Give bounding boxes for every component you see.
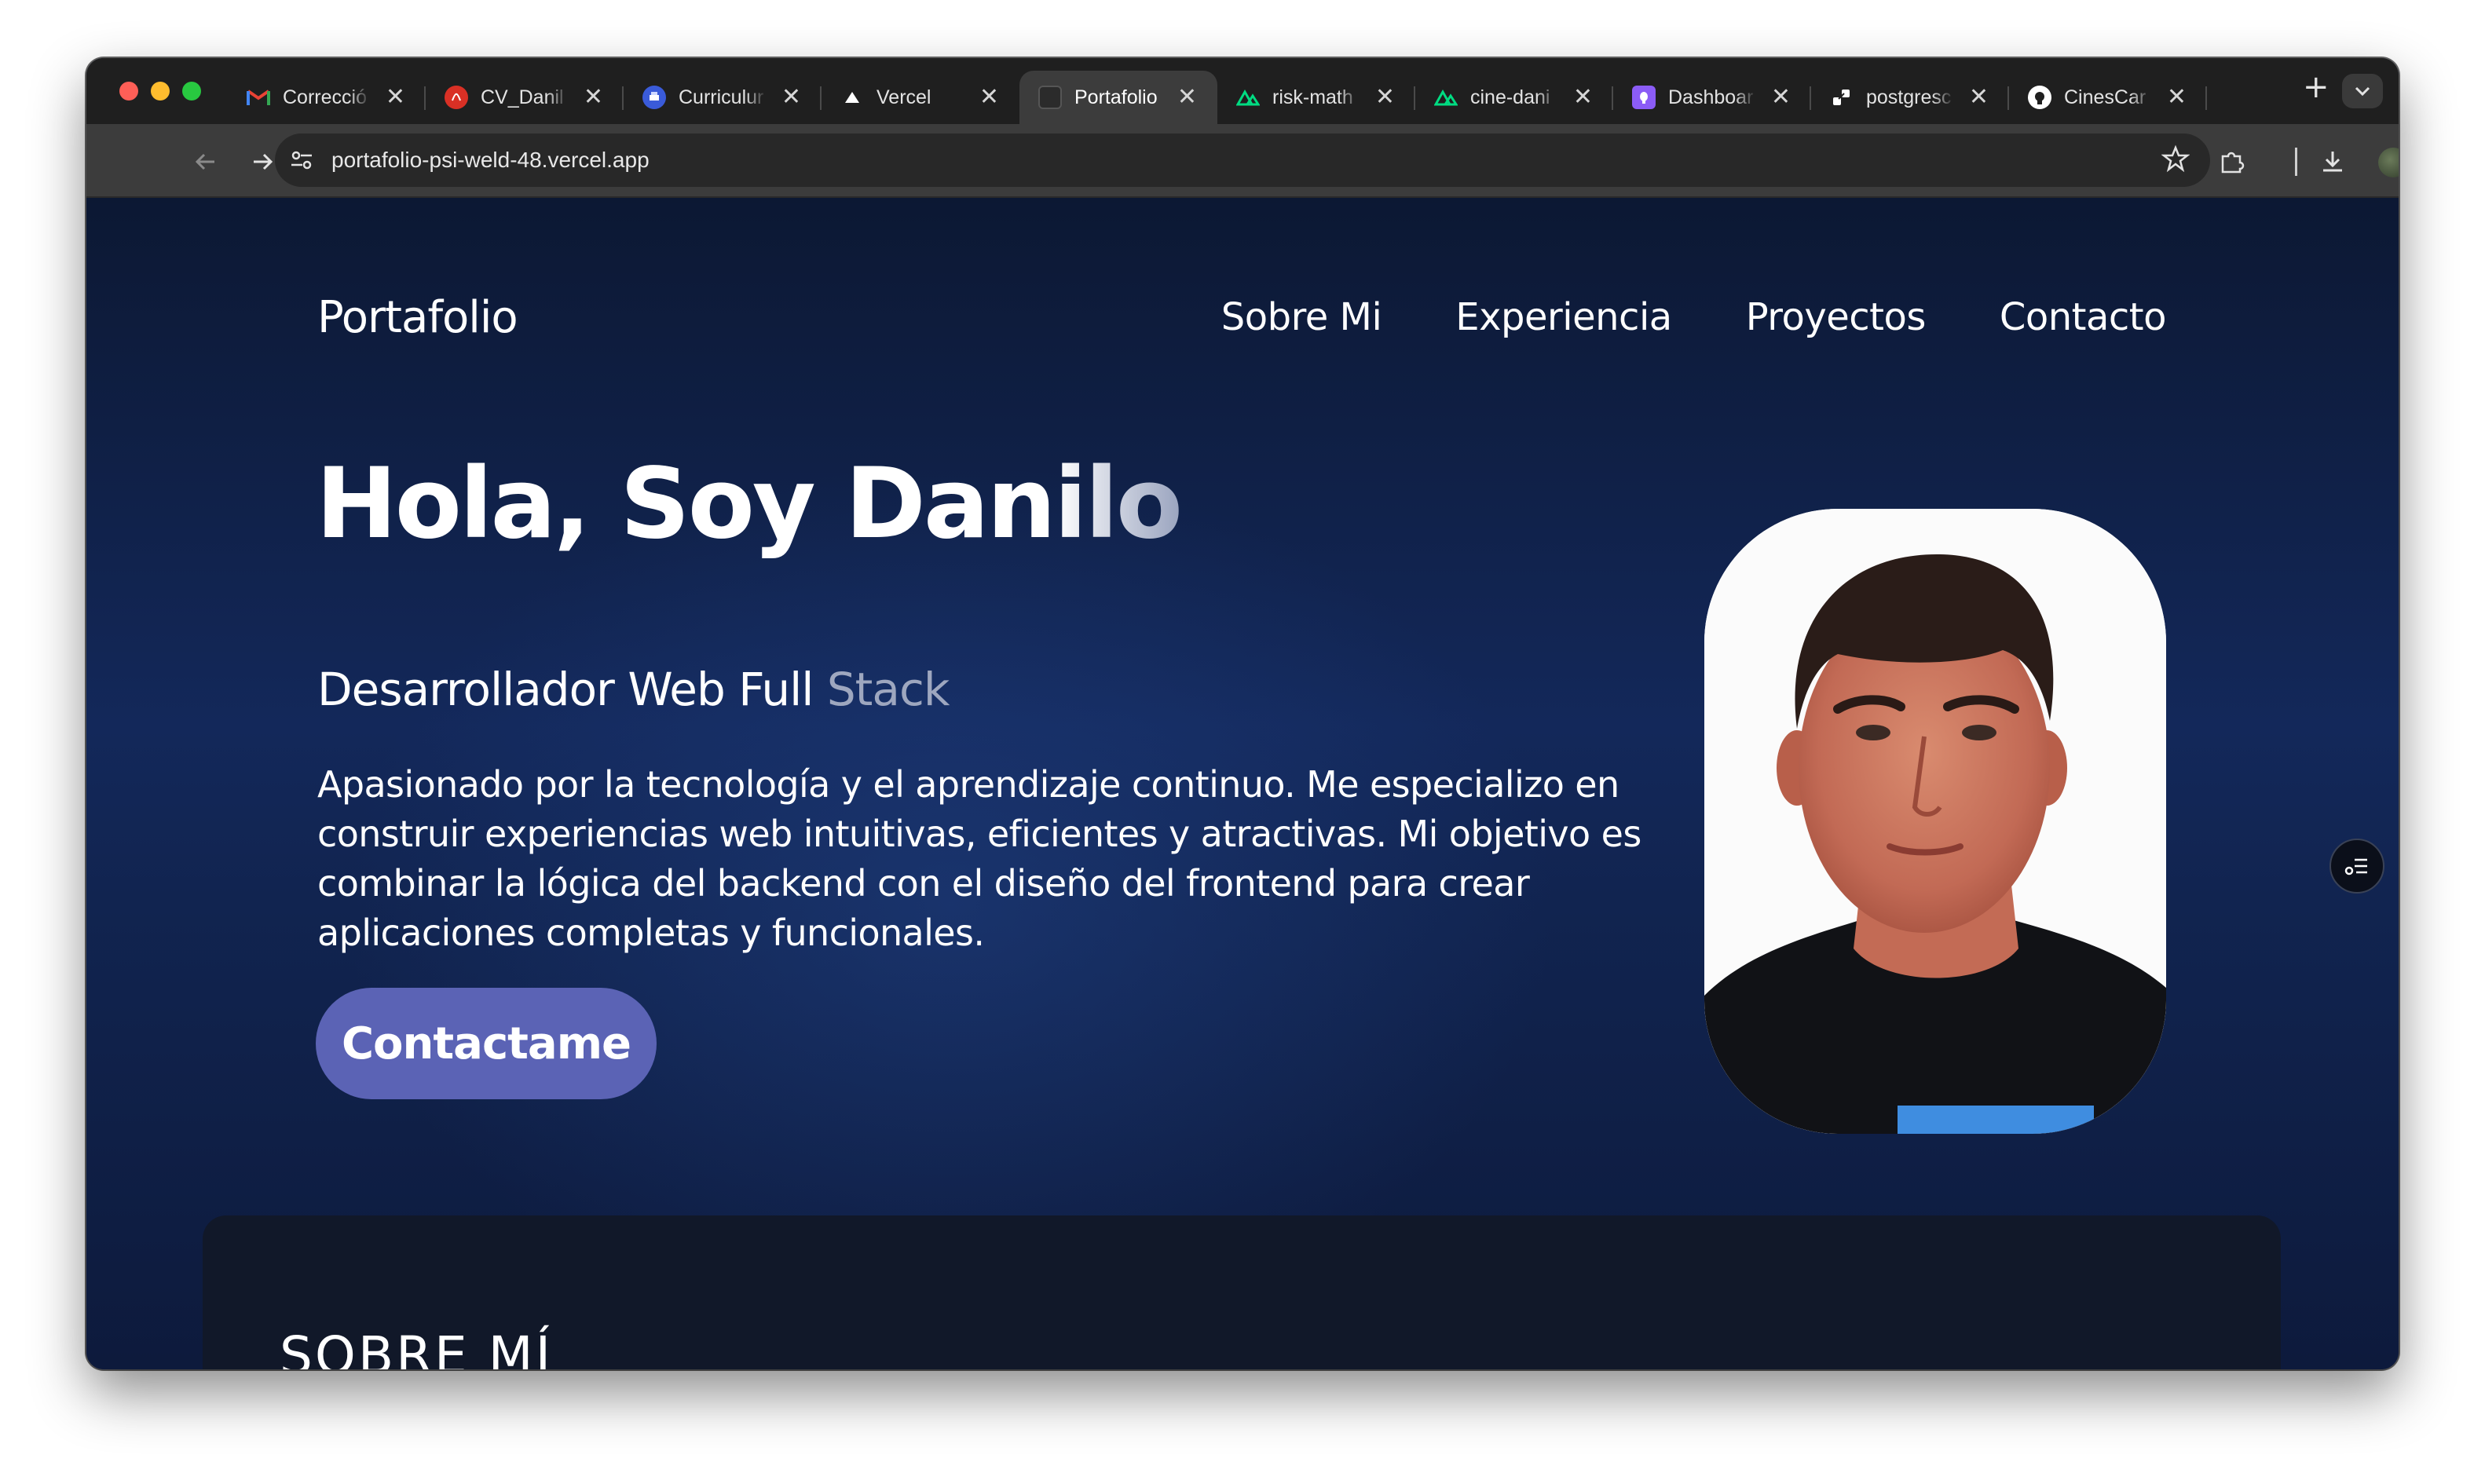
nav-link-sobre-mi[interactable]: Sobre Mi: [1221, 295, 1382, 339]
address-bar[interactable]: portafolio-psi-weld-48.vercel.app: [275, 133, 2210, 187]
tab-portafolio[interactable]: Portafolio ✕: [1019, 71, 1217, 124]
close-tab-icon[interactable]: ✕: [584, 83, 603, 111]
tab-title: CV_Danil: [481, 86, 564, 108]
hero-description: Apasionado por la tecnología y el aprend…: [317, 763, 1641, 954]
github-icon: [2028, 86, 2051, 109]
hero-subtitle-fade: Stack: [826, 663, 950, 716]
tab-title: CinesCar: [2064, 86, 2146, 108]
close-tab-icon[interactable]: ✕: [979, 83, 999, 111]
puzzle-icon: [2221, 152, 2245, 174]
hero-title: Hola, Soy Danilo: [316, 448, 1183, 561]
nuxt-icon: [1434, 86, 1458, 109]
about-heading: SOBRE MÍ: [280, 1325, 554, 1369]
tab-title: postgresc: [1866, 86, 1952, 108]
tab-cv[interactable]: CV_Danil ✕: [426, 71, 624, 124]
dashboard-icon: [1632, 86, 1656, 109]
url-text[interactable]: portafolio-psi-weld-48.vercel.app: [331, 148, 650, 173]
tab-curriculum[interactable]: Curriculur ✕: [624, 71, 822, 124]
site-icon: [1038, 86, 1062, 109]
floating-tools-button[interactable]: [2329, 839, 2384, 894]
pdf-icon: [445, 86, 468, 109]
bookmark-star-icon[interactable]: [2161, 144, 2190, 176]
hero-title-main: Hola, Soy Dan: [316, 448, 1056, 561]
tab-postgres[interactable]: postgresc ✕: [1811, 71, 2009, 124]
tab-title: cine-dani: [1470, 86, 1550, 108]
nav-link-contacto[interactable]: Contacto: [2000, 295, 2167, 339]
close-window-button[interactable]: [119, 82, 138, 101]
hero-subtitle: Desarrollador Web Full Stack: [317, 663, 950, 716]
nav-link-experiencia[interactable]: Experiencia: [1455, 295, 1672, 339]
tab-title: Curriculur: [679, 86, 764, 108]
tab-gmail[interactable]: Correcció ✕: [228, 71, 426, 124]
minimize-window-button[interactable]: [151, 82, 170, 101]
close-tab-icon[interactable]: ✕: [1771, 83, 1791, 111]
close-tab-icon[interactable]: ✕: [2167, 83, 2187, 111]
toolbar-divider: [2295, 148, 2297, 176]
tab-strip: Correcció ✕ CV_Danil ✕ Curriculur ✕ Verc…: [86, 58, 2399, 124]
list-settings-icon: [2344, 858, 2367, 875]
chevron-down-icon: [2355, 86, 2370, 97]
tab-title: Portafolio: [1074, 86, 1158, 108]
browser-window: Correcció ✕ CV_Danil ✕ Curriculur ✕ Verc…: [86, 58, 2399, 1369]
page-viewport: Portafolio Sobre Mi Experiencia Proyecto…: [86, 198, 2399, 1369]
close-tab-icon[interactable]: ✕: [1177, 83, 1197, 111]
nav-link-proyectos[interactable]: Proyectos: [1746, 295, 1927, 339]
close-tab-icon[interactable]: ✕: [1573, 83, 1593, 111]
close-tab-icon[interactable]: ✕: [386, 83, 405, 111]
nuxt-icon: [1236, 86, 1260, 109]
tab-risk-math[interactable]: risk-math ✕: [1217, 71, 1415, 124]
close-tab-icon[interactable]: ✕: [1969, 83, 1989, 111]
downloads-button[interactable]: [2315, 144, 2350, 179]
tab-title: Dashboar: [1668, 86, 1754, 108]
profile-avatar[interactable]: [2378, 148, 2399, 177]
new-tab-button[interactable]: +: [2303, 69, 2329, 105]
extensions-button[interactable]: [2215, 144, 2249, 179]
printer-icon: [642, 86, 666, 109]
tab-title: Vercel: [877, 86, 931, 108]
tab-title: Correcció: [283, 86, 367, 108]
site-settings-icon[interactable]: [287, 146, 316, 174]
profile-photo: [1704, 509, 2166, 1134]
tab-dashboard[interactable]: Dashboar ✕: [1613, 71, 1811, 124]
hero-subtitle-main: Desarrollador Web Full: [317, 663, 827, 716]
vercel-icon: [840, 86, 864, 109]
window-controls: [119, 82, 201, 101]
gmail-icon: [247, 86, 270, 109]
close-tab-icon[interactable]: ✕: [781, 83, 801, 111]
download-icon: [2323, 152, 2342, 172]
site-logo[interactable]: Portafolio: [317, 292, 518, 343]
tab-title: risk-math: [1272, 86, 1353, 108]
site-nav: Sobre Mi Experiencia Proyectos Contacto: [1221, 295, 2167, 339]
arrow-left-icon: [195, 153, 214, 170]
about-section: SOBRE MÍ: [203, 1215, 2281, 1369]
hero-title-fade: ilo: [1053, 448, 1183, 561]
tab-search-button[interactable]: [2342, 74, 2383, 108]
tab-cine-dani[interactable]: cine-dani ✕: [1415, 71, 1613, 124]
arrow-right-icon: [254, 153, 273, 170]
tab-vercel[interactable]: Vercel ✕: [822, 71, 1019, 124]
tab-cinescar[interactable]: CinesCar ✕: [2009, 71, 2207, 124]
postgres-icon: [1830, 86, 1854, 109]
maximize-window-button[interactable]: [182, 82, 201, 101]
close-tab-icon[interactable]: ✕: [1375, 83, 1395, 111]
tab-list: Correcció ✕ CV_Danil ✕ Curriculur ✕ Verc…: [228, 64, 2207, 124]
contact-button[interactable]: Contactame: [316, 988, 657, 1099]
back-button[interactable]: [188, 144, 223, 179]
browser-toolbar: portafolio-psi-weld-48.vercel.app: [86, 124, 2399, 198]
